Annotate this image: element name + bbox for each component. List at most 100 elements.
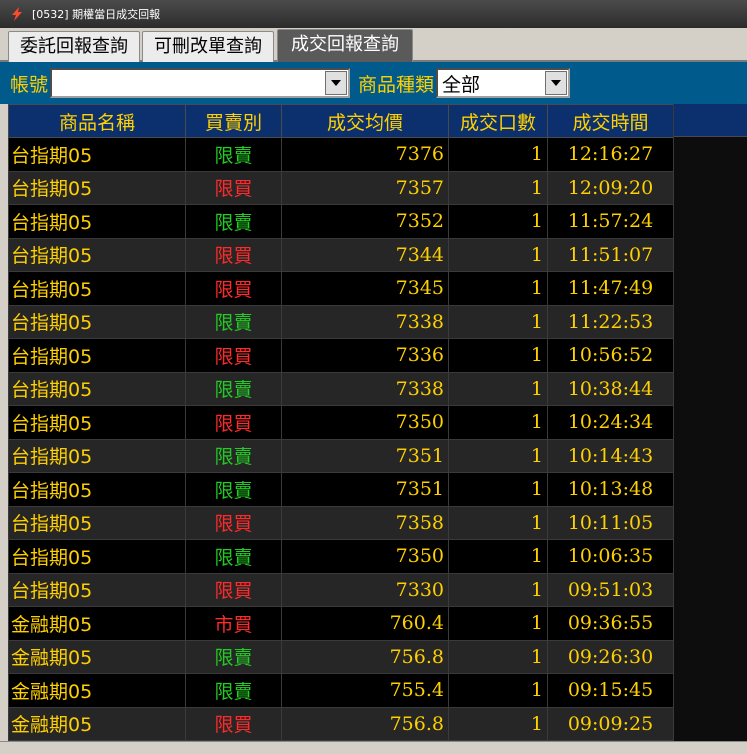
side-cell: 限賣 [185, 472, 282, 507]
table-row[interactable]: 台指期05 限賣 7352 1 11:57:24 [8, 204, 674, 239]
quantity-cell: 1 [448, 304, 548, 339]
fill-time-cell: 09:26:30 [547, 639, 674, 674]
avg-price-cell: 7345 [281, 271, 449, 306]
avg-price-cell: 7358 [281, 505, 449, 540]
table-header-row: 商品名稱 買賣別 成交均價 成交口數 成交時間 [8, 104, 674, 138]
fill-time-cell: 11:47:49 [547, 271, 674, 306]
table-row[interactable]: 台指期05 限買 7330 1 09:51:03 [8, 572, 674, 607]
side-cell: 限賣 [185, 639, 282, 674]
table-row[interactable]: 台指期05 限買 7350 1 10:24:34 [8, 405, 674, 440]
product-name-cell: 台指期05 [8, 505, 186, 540]
fill-time-cell: 09:09:25 [547, 706, 674, 741]
avg-price-cell: 7338 [281, 371, 449, 406]
product-name-cell: 金融期05 [8, 673, 186, 708]
table-row[interactable]: 台指期05 限賣 7338 1 10:38:44 [8, 371, 674, 406]
side-cell: 限買 [185, 505, 282, 540]
quantity-cell: 1 [448, 706, 548, 741]
grid-empty-area [673, 104, 747, 741]
quantity-cell: 1 [448, 204, 548, 239]
quantity-cell: 1 [448, 472, 548, 507]
table-row[interactable]: 台指期05 限買 7357 1 12:09:20 [8, 170, 674, 205]
fill-time-cell: 11:57:24 [547, 204, 674, 239]
side-cell: 限賣 [185, 137, 282, 172]
avg-price-cell: 7336 [281, 338, 449, 373]
fill-time-cell: 11:22:53 [547, 304, 674, 339]
table-row[interactable]: 金融期05 限賣 756.8 1 09:26:30 [8, 639, 674, 674]
fill-time-cell: 10:24:34 [547, 405, 674, 440]
column-header-quantity[interactable]: 成交口數 [448, 104, 548, 138]
product-name-cell: 台指期05 [8, 405, 186, 440]
table-row[interactable]: 台指期05 限賣 7376 1 12:16:27 [8, 137, 674, 172]
table-row[interactable]: 台指期05 限買 7345 1 11:47:49 [8, 271, 674, 306]
product-name-cell: 台指期05 [8, 338, 186, 373]
account-select[interactable] [50, 68, 351, 98]
table-row[interactable]: 台指期05 限買 7358 1 10:11:05 [8, 505, 674, 540]
quantity-cell: 1 [448, 137, 548, 172]
product-name-cell: 台指期05 [8, 371, 186, 406]
avg-price-cell: 755.4 [281, 673, 449, 708]
column-header-product[interactable]: 商品名稱 [8, 104, 186, 138]
column-header-avg-price[interactable]: 成交均價 [281, 104, 449, 138]
fill-time-cell: 12:16:27 [547, 137, 674, 172]
title-bar: [0532] 期權當日成交回報 [0, 0, 747, 28]
side-cell: 市買 [185, 606, 282, 641]
product-name-cell: 金融期05 [8, 706, 186, 741]
product-name-cell: 台指期05 [8, 572, 186, 607]
tab-cancellable-orders[interactable]: 可刪改單查詢 [142, 31, 274, 62]
avg-price-cell: 7376 [281, 137, 449, 172]
tab-fill-report[interactable]: 成交回報查詢 [277, 29, 413, 62]
avg-price-cell: 7350 [281, 405, 449, 440]
table-row[interactable]: 台指期05 限賣 7350 1 10:06:35 [8, 539, 674, 574]
product-name-cell: 金融期05 [8, 639, 186, 674]
quantity-cell: 1 [448, 371, 548, 406]
side-cell: 限賣 [185, 438, 282, 473]
table-row[interactable]: 金融期05 市買 760.4 1 09:36:55 [8, 606, 674, 641]
column-header-side[interactable]: 買賣別 [185, 104, 282, 138]
category-label: 商品種類 [358, 73, 435, 96]
quantity-cell: 1 [448, 606, 548, 641]
status-strip [0, 741, 747, 754]
product-name-cell: 台指期05 [8, 472, 186, 507]
quantity-cell: 1 [448, 271, 548, 306]
avg-price-cell: 7350 [281, 539, 449, 574]
table-row[interactable]: 台指期05 限買 7344 1 11:51:07 [8, 237, 674, 272]
side-cell: 限買 [185, 271, 282, 306]
fill-time-cell: 09:15:45 [547, 673, 674, 708]
avg-price-cell: 7351 [281, 472, 449, 507]
product-name-cell: 台指期05 [8, 137, 186, 172]
avg-price-cell: 756.8 [281, 706, 449, 741]
table-row[interactable]: 台指期05 限賣 7338 1 11:22:53 [8, 304, 674, 339]
chevron-down-icon[interactable] [325, 71, 348, 95]
fill-time-cell: 12:09:20 [547, 170, 674, 205]
table-row[interactable]: 台指期05 限賣 7351 1 10:14:43 [8, 438, 674, 473]
fill-time-cell: 10:13:48 [547, 472, 674, 507]
table-row[interactable]: 台指期05 限賣 7351 1 10:13:48 [8, 472, 674, 507]
fill-time-cell: 09:51:03 [547, 572, 674, 607]
tab-order-report[interactable]: 委託回報查詢 [8, 31, 140, 62]
lightning-icon [6, 3, 28, 25]
side-cell: 限賣 [185, 204, 282, 239]
column-header-time[interactable]: 成交時間 [547, 104, 674, 138]
avg-price-cell: 7338 [281, 304, 449, 339]
quantity-cell: 1 [448, 438, 548, 473]
side-cell: 限買 [185, 706, 282, 741]
table-row[interactable]: 金融期05 限買 756.8 1 09:09:25 [8, 706, 674, 741]
side-cell: 限賣 [185, 371, 282, 406]
product-name-cell: 金融期05 [8, 606, 186, 641]
quantity-cell: 1 [448, 639, 548, 674]
filter-bar: 帳號 商品種類 全部 [0, 62, 747, 104]
chevron-down-icon[interactable] [545, 71, 568, 95]
side-cell: 限賣 [185, 304, 282, 339]
table-row[interactable]: 金融期05 限賣 755.4 1 09:15:45 [8, 673, 674, 708]
window-title: [0532] 期權當日成交回報 [32, 8, 161, 21]
product-name-cell: 台指期05 [8, 438, 186, 473]
tab-bar: 委託回報查詢 可刪改單查詢 成交回報查詢 [0, 28, 747, 62]
side-cell: 限買 [185, 405, 282, 440]
product-name-cell: 台指期05 [8, 271, 186, 306]
side-cell: 限買 [185, 170, 282, 205]
category-select[interactable]: 全部 [436, 68, 571, 98]
quantity-cell: 1 [448, 539, 548, 574]
product-name-cell: 台指期05 [8, 539, 186, 574]
table-row[interactable]: 台指期05 限買 7336 1 10:56:52 [8, 338, 674, 373]
avg-price-cell: 7352 [281, 204, 449, 239]
